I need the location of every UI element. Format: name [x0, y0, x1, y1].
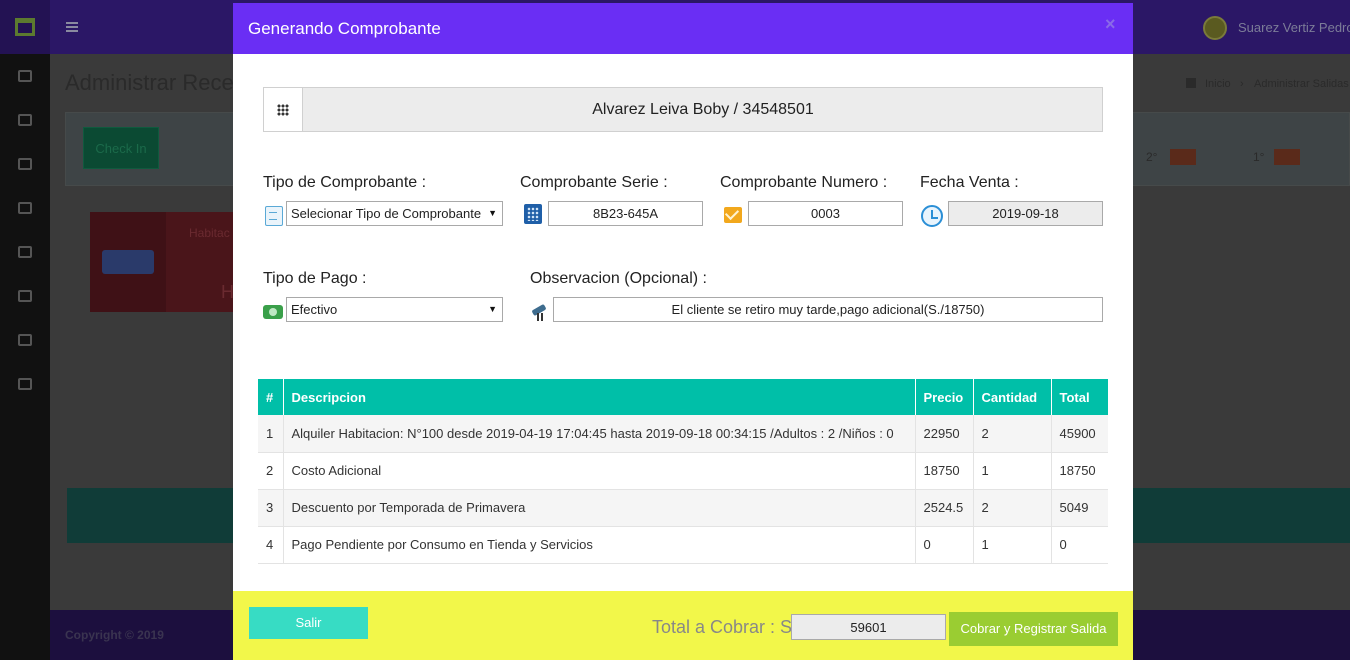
grid-icon	[277, 104, 289, 116]
table-header-row: # Descripcion Precio Cantidad Total	[258, 379, 1108, 415]
avatar[interactable]	[1203, 16, 1227, 40]
serie-input[interactable]	[548, 201, 703, 226]
numero-input[interactable]	[748, 201, 903, 226]
close-icon[interactable]: ×	[1105, 15, 1116, 33]
checkin-button[interactable]: Check In	[83, 127, 159, 169]
bed-icon	[102, 250, 154, 274]
floor-2-label: 2°	[1146, 150, 1158, 164]
dropdown-arrow-icon: ▼	[488, 208, 497, 218]
user-name[interactable]: Suarez Vertiz Pedro	[1238, 20, 1350, 35]
modal-header: Generando Comprobante ×	[233, 3, 1133, 54]
cell-total: 5049	[1051, 489, 1108, 527]
serie-label: Comprobante Serie :	[520, 174, 668, 191]
cell-precio: 18750	[915, 452, 974, 490]
tipo-comprobante-value: Selecionar Tipo de Comprobante	[291, 206, 482, 221]
modal-footer: Salir Total a Cobrar : S/. Cobrar y Regi…	[233, 591, 1133, 660]
hand-right-icon[interactable]	[18, 158, 32, 170]
items-table: # Descripcion Precio Cantidad Total 1 Al…	[258, 379, 1108, 564]
header-number: #	[258, 379, 284, 415]
breadcrumb-home[interactable]: Inicio	[1205, 78, 1231, 90]
cell-number: 3	[258, 489, 284, 527]
cell-total: 18750	[1051, 452, 1108, 490]
tipo-pago-select[interactable]: Efectivo ▼	[286, 297, 503, 322]
breadcrumb-current: Administrar Salidas	[1254, 78, 1349, 90]
calendar-clock-icon	[921, 205, 943, 227]
modal-title: Generando Comprobante	[248, 19, 441, 38]
envelope-icon	[724, 207, 742, 223]
tipo-pago-value: Efectivo	[291, 302, 338, 317]
menu-toggle-icon[interactable]	[66, 22, 78, 32]
cart-alt-icon[interactable]	[18, 334, 32, 346]
document-icon	[265, 206, 283, 226]
cell-total: 45900	[1051, 415, 1108, 453]
comprobante-modal: Generando Comprobante × Alvarez Leiva Bo…	[233, 3, 1133, 660]
bookmark-icon[interactable]	[18, 378, 32, 390]
numero-label: Comprobante Numero :	[720, 174, 888, 191]
fecha-label: Fecha Venta :	[920, 174, 1019, 191]
hotel-logo-icon	[15, 18, 35, 36]
cell-number: 1	[258, 415, 284, 453]
header-cantidad: Cantidad	[973, 379, 1052, 415]
cart-icon[interactable]	[18, 290, 32, 302]
table-row: 3 Descuento por Temporada de Primavera 2…	[258, 489, 1108, 527]
copyright-text: Copyright © 2019	[65, 628, 164, 642]
cell-descripcion: Costo Adicional	[283, 452, 916, 490]
cell-precio: 0	[915, 526, 974, 564]
header-descripcion: Descripcion	[283, 379, 916, 415]
table-row: 4 Pago Pendiente por Consumo en Tienda y…	[258, 526, 1108, 564]
floor-2-icon[interactable]	[1170, 149, 1196, 165]
cell-descripcion: Descuento por Temporada de Primavera	[283, 489, 916, 527]
calculator-icon	[524, 204, 542, 224]
total-input[interactable]	[791, 614, 946, 640]
client-icon-cell	[264, 88, 303, 131]
cell-descripcion: Alquiler Habitacion: N°100 desde 2019-04…	[283, 415, 916, 453]
home-icon[interactable]	[18, 70, 32, 82]
header-precio: Precio	[915, 379, 974, 415]
cell-total: 0	[1051, 526, 1108, 564]
cell-cantidad: 1	[973, 452, 1052, 490]
room-card-label: Habitac	[189, 226, 230, 240]
cell-descripcion: Pago Pendiente por Consumo en Tienda y S…	[283, 526, 916, 564]
sidebar	[0, 54, 50, 660]
breadcrumb-separator: ›	[1240, 78, 1244, 90]
header-total: Total	[1051, 379, 1108, 415]
hand-left-icon[interactable]	[18, 202, 32, 214]
total-label: Total a Cobrar : S/.	[652, 617, 803, 637]
cell-number: 4	[258, 526, 284, 564]
table-row: 1 Alquiler Habitacion: N°100 desde 2019-…	[258, 415, 1108, 453]
observacion-label: Observacion (Opcional) :	[530, 270, 707, 287]
tipo-pago-label: Tipo de Pago :	[263, 270, 367, 287]
client-display: Alvarez Leiva Boby / 34548501	[263, 87, 1103, 132]
tipo-comprobante-select[interactable]: Selecionar Tipo de Comprobante ▼	[286, 201, 503, 226]
cobrar-registrar-button[interactable]: Cobrar y Registrar Salida	[949, 612, 1118, 646]
cell-cantidad: 2	[973, 415, 1052, 453]
cell-precio: 2524.5	[915, 489, 974, 527]
floor-1-icon[interactable]	[1274, 149, 1300, 165]
money-icon	[263, 305, 283, 319]
app-logo[interactable]	[0, 0, 50, 54]
phone-icon[interactable]	[18, 246, 32, 258]
tipo-comprobante-label: Tipo de Comprobante :	[263, 174, 427, 191]
telescope-icon	[530, 303, 548, 321]
cell-precio: 22950	[915, 415, 974, 453]
page-title: Administrar Rece	[65, 70, 234, 95]
client-name: Alvarez Leiva Boby / 34548501	[592, 101, 814, 118]
floor-1-label: 1°	[1253, 150, 1265, 164]
book-icon[interactable]	[18, 114, 32, 126]
dropdown-arrow-icon: ▼	[488, 304, 497, 314]
table-row: 2 Costo Adicional 18750 1 18750	[258, 452, 1108, 490]
cell-cantidad: 1	[973, 526, 1052, 564]
observacion-input[interactable]	[553, 297, 1103, 322]
salir-button[interactable]: Salir	[249, 607, 368, 639]
cell-cantidad: 2	[973, 489, 1052, 527]
fecha-input[interactable]	[948, 201, 1103, 226]
cell-number: 2	[258, 452, 284, 490]
dashboard-icon	[1186, 78, 1196, 88]
